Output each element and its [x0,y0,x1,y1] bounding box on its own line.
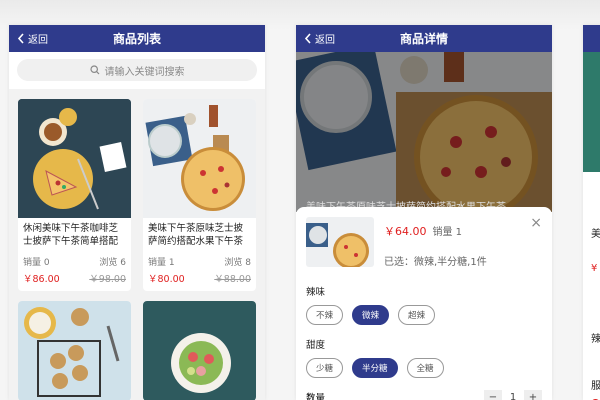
app-stage: 返回 商品列表 请输入关键词搜索 休闲美味下午茶咖啡芝士披萨下午茶简单搭配 销量… [0,0,600,400]
close-icon[interactable]: × [530,215,542,231]
sales-count: 销量 1 [148,258,175,268]
product-grid: 休闲美味下午茶咖啡芝士披萨下午茶简单搭配 销量 0 浏览 6 ￥86.00 ￥98.… [9,89,265,400]
minus-button[interactable]: − [484,390,502,400]
original-price: ￥88.00 [214,274,251,285]
detail-navbar: 返回 商品详情 [296,25,552,52]
sheet-thumbnail [306,217,374,267]
partial-screen: 美 ¥ 辣 服 [583,25,600,400]
product-name: 美味下午茶原味芝士披萨简约搭配水果下午茶 [148,223,244,247]
chevron-left-icon [17,33,24,44]
spec-sheet: × ￥64.00 销量 1 已选：微辣,半分糖,1件 辣味 不辣 微辣 超辣 甜… [296,207,552,400]
sheet-price: ￥64.00 [384,225,427,238]
back-button[interactable]: 返回 [296,31,335,46]
product-image [18,301,131,400]
sugar-label: 甜度 [306,340,326,351]
product-price: ￥80.00 [148,274,185,285]
product-card[interactable]: 美味下午茶原味芝士披萨简约搭配水果下午茶 销量 1 浏览 8 ￥80.00 ￥88.… [143,99,256,291]
search-input[interactable]: 请输入关键词搜索 [17,59,257,81]
product-image [143,99,256,218]
search-icon [89,65,99,75]
quantity-label: 数量 [306,393,326,400]
option-no-spice[interactable]: 不辣 [306,305,344,325]
partial-text: 辣 [591,334,600,345]
view-count: 浏览 8 [224,258,251,268]
sheet-sales: 销量 1 [432,227,463,238]
search-placeholder: 请输入关键词搜索 [104,66,185,78]
partial-text: 服 [591,381,600,392]
original-price: ￥98.00 [89,274,126,285]
quantity-stepper: − 1 + [484,390,542,400]
partial-image [583,52,600,172]
sugar-options: 少糖 半分糖 全糖 [306,358,542,378]
option-less-sugar[interactable]: 少糖 [306,358,344,378]
spice-options: 不辣 微辣 超辣 [306,305,542,325]
option-mild-spice[interactable]: 微辣 [352,305,390,325]
plus-button[interactable]: + [524,390,542,400]
back-label: 返回 [28,35,48,46]
modal-overlay[interactable] [296,52,552,212]
back-label: 返回 [315,35,335,46]
quantity-value[interactable]: 1 [504,390,522,400]
product-price: ￥86.00 [23,274,60,285]
option-extra-spice[interactable]: 超辣 [398,305,436,325]
chevron-left-icon [304,33,311,44]
view-count: 浏览 6 [99,258,126,268]
list-navbar: 返回 商品列表 [9,25,265,52]
quantity-row: 数量 − 1 + [306,390,542,400]
product-image [18,99,131,218]
selected-spec: 已选：微辣,半分糖,1件 [384,257,487,268]
search-bar: 请输入关键词搜索 [9,52,265,88]
option-full-sugar[interactable]: 全糖 [406,358,444,378]
option-half-sugar[interactable]: 半分糖 [352,358,398,378]
partial-navbar [583,25,600,52]
partial-price: ¥ [591,263,598,274]
product-detail-screen: 返回 商品详情 美味下午茶原味芝士披萨简约搭配水果下午茶 × [296,25,552,400]
back-button[interactable]: 返回 [9,31,48,46]
spice-label: 辣味 [306,287,326,298]
product-image [143,301,256,400]
product-list-screen: 返回 商品列表 请输入关键词搜索 休闲美味下午茶咖啡芝士披萨下午茶简单搭配 销量… [9,25,265,400]
product-card[interactable] [143,301,256,400]
partial-text: 美 [591,229,600,240]
product-name: 休闲美味下午茶咖啡芝士披萨下午茶简单搭配 [23,223,119,247]
product-card[interactable]: 休闲美味下午茶咖啡芝士披萨下午茶简单搭配 销量 0 浏览 6 ￥86.00 ￥98.… [18,99,131,291]
product-card[interactable] [18,301,131,400]
sales-count: 销量 0 [23,258,50,268]
